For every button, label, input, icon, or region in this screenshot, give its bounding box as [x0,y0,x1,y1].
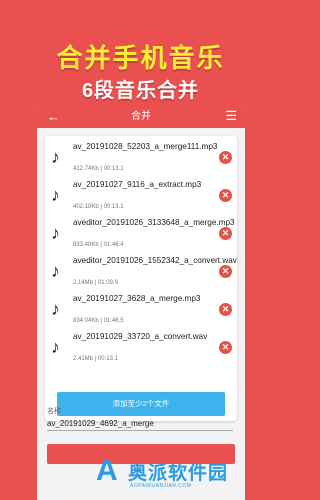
file-item[interactable]: ♪ av_20191027_9116_a_extract.mp3 402.18K… [45,178,237,216]
phone-screen: ← 合并 ☰ ♪ av_20191028_52203_a_merge111.mp… [37,106,245,500]
file-meta: 2.14Mb | 01:09.9 [73,280,118,286]
file-name: av_20191029_33720_a_convert.wav [73,332,208,341]
hero-title: 合并手机音乐 [56,43,225,73]
file-name: av_20191027_9116_a_extract.mp3 [73,180,202,189]
file-name: aveditor_20191026_1552342_a_convert.wav [73,256,237,265]
remove-icon[interactable]: ✕ [219,151,232,164]
music-note-icon: ♪ [51,147,60,167]
watermark: A 奥派软件园 AOPAIRUANJIAN.COM [96,454,266,494]
app-bar: ← 合并 ☰ [37,106,245,128]
file-meta: 412.74Kb | 00:13.1 [73,166,124,172]
file-meta: 402.18Kb | 00:13.1 [73,204,124,210]
file-name: av_20191027_3628_a_merge.mp3 [73,294,201,303]
file-meta: 834.04Kb | 01:46.5 [73,318,124,324]
file-item[interactable]: ♪ aveditor_20191026_3133648_a_merge.mp3 … [45,216,237,254]
hero-subtitle: 6段音乐合并 [81,80,200,102]
page-title: 合并 [131,111,151,122]
watermark-text: 奥派软件园 [128,463,229,484]
remove-icon[interactable]: ✕ [219,303,232,316]
music-note-icon: ♪ [51,337,60,357]
file-item[interactable]: ♪ av_20191027_3628_a_merge.mp3 834.04Kb … [45,292,237,330]
name-input[interactable]: av_20191029_4692_a_merge [47,419,233,431]
logo-icon: A [96,454,118,487]
file-list-card: ♪ av_20191028_52203_a_merge111.mp3 412.7… [45,136,237,421]
remove-icon[interactable]: ✕ [219,265,232,278]
file-item[interactable]: ♪ av_20191029_33720_a_convert.wav 2.41Mb… [45,330,237,368]
add-files-button[interactable]: 添加至少2个文件 [57,392,225,416]
name-label: 名称 [47,408,61,415]
remove-icon[interactable]: ✕ [219,227,232,240]
file-meta: 2.41Mb | 00:13.1 [73,356,118,362]
file-meta: 833.48Kb | 01:46.4 [73,242,124,248]
music-note-icon: ♪ [51,185,60,205]
remove-icon[interactable]: ✕ [219,341,232,354]
music-note-icon: ♪ [51,223,60,243]
file-item[interactable]: ♪ aveditor_20191026_1552342_a_convert.wa… [45,254,237,292]
music-note-icon: ♪ [51,299,60,319]
menu-icon[interactable]: ☰ [225,108,237,124]
remove-icon[interactable]: ✕ [219,189,232,202]
file-item[interactable]: ♪ av_20191028_52203_a_merge111.mp3 412.7… [45,140,237,178]
file-name: aveditor_20191026_3133648_a_merge.mp3 [73,218,235,227]
watermark-url: AOPAIRUANJIAN.COM [130,483,192,489]
music-note-icon: ♪ [51,261,60,281]
file-name: av_20191028_52203_a_merge111.mp3 [73,142,218,151]
